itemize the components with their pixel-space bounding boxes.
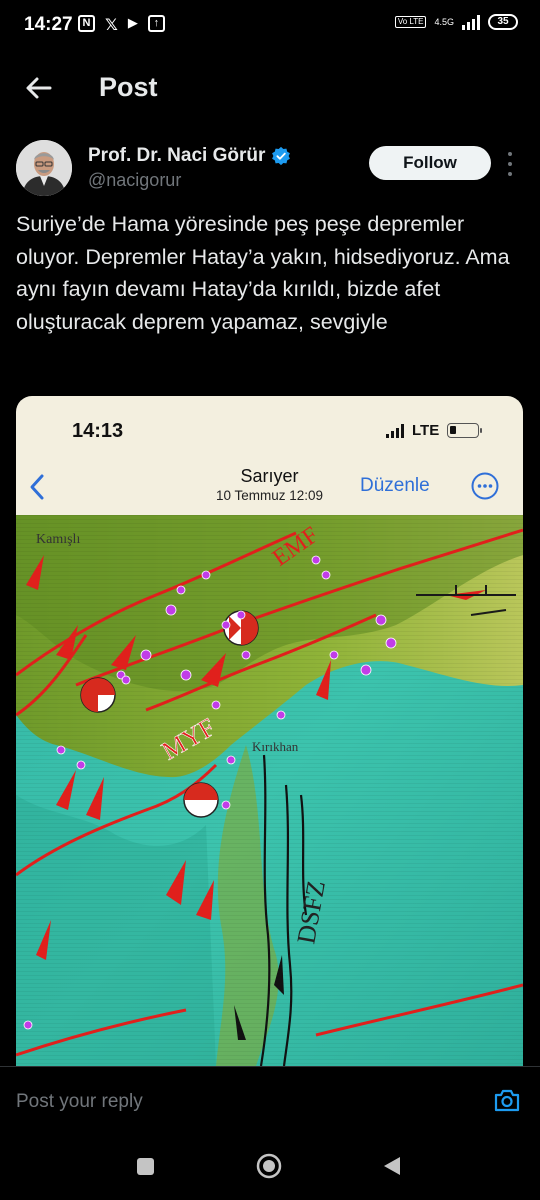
post-media-image[interactable]: 14:13 LTE Sarıyer 10 Temmuz 12:09 Düzenl…	[16, 396, 523, 1066]
author-name[interactable]: Prof. Dr. Naci Görür	[88, 145, 265, 167]
media-battery-icon	[447, 423, 483, 438]
x-app-icon: 𝕏	[105, 17, 118, 34]
media-more-icon	[471, 472, 499, 500]
play-store-icon: ▶	[127, 15, 138, 30]
author-name-row[interactable]: Prof. Dr. Naci Görür	[88, 145, 291, 167]
volte-badge: Vo LTE	[394, 16, 427, 28]
upload-icon: ↑	[147, 15, 165, 32]
back-arrow-icon[interactable]	[22, 71, 56, 105]
media-status-right: LTE	[386, 422, 483, 439]
media-network-type: LTE	[412, 422, 440, 439]
media-status-time: 14:13	[72, 420, 124, 442]
media-nav-bar: Sarıyer 10 Temmuz 12:09 Düzenle	[16, 458, 523, 514]
fault-map: Kamışlı EMF MYF Kırıkhan DSFZ	[16, 515, 523, 1066]
media-nav-title: Sarıyer	[240, 466, 299, 486]
media-status-bar: 14:13 LTE	[16, 396, 523, 466]
post-text: Suriye’de Hama yöresinde peş peşe deprem…	[16, 212, 510, 334]
media-nav-subtitle: 10 Temmuz 12:09	[215, 488, 324, 503]
status-time: 14:27	[24, 14, 73, 35]
author-avatar[interactable]	[16, 140, 72, 196]
post-header: Post	[0, 58, 540, 118]
battery-icon: 35	[488, 14, 518, 30]
status-notification-icons: N 𝕏 ▶ ↑	[78, 15, 165, 35]
follow-button[interactable]: Follow	[369, 146, 491, 180]
more-vertical-icon[interactable]	[508, 152, 514, 176]
reply-input[interactable]: Post your reply	[16, 1091, 143, 1113]
verified-badge-icon	[272, 146, 291, 166]
network-type: 4.5G	[434, 16, 454, 27]
author-handle[interactable]: @nacigorur	[88, 170, 181, 191]
system-back-icon[interactable]	[382, 1155, 402, 1177]
avatar-image	[16, 140, 72, 196]
media-edit-label: Düzenle	[360, 475, 430, 496]
reply-divider	[0, 1066, 540, 1067]
recents-icon[interactable]	[137, 1158, 154, 1175]
page-title: Post	[99, 72, 158, 102]
app-notification-icon: N	[78, 15, 95, 32]
system-nav-bar	[0, 1134, 540, 1200]
map-label-city: Kırıkhan	[252, 739, 299, 754]
home-icon[interactable]	[256, 1153, 282, 1179]
signal-icon	[462, 14, 480, 30]
map-label-top-left: Kamışlı	[36, 532, 80, 547]
status-right: Vo LTE 4.5G 35	[394, 14, 518, 30]
camera-icon[interactable]	[493, 1086, 521, 1114]
status-bar: 14:27 N 𝕏 ▶ ↑ Vo LTE 4.5G 35	[0, 0, 540, 52]
media-signal-icon	[386, 423, 404, 438]
